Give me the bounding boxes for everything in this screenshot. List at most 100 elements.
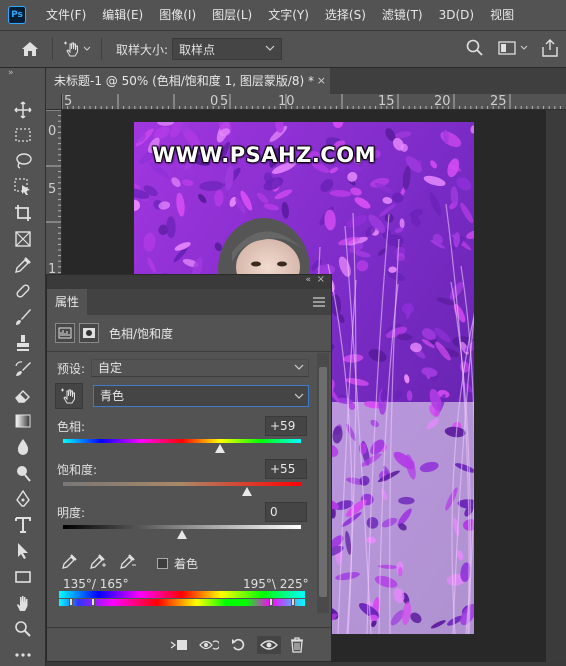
menu-filter[interactable]: 滤镜(T) bbox=[374, 0, 431, 30]
preset-dropdown[interactable]: 自定 bbox=[91, 359, 309, 377]
eyedropper-minus-icon[interactable] bbox=[119, 554, 137, 570]
range-handle[interactable] bbox=[69, 598, 73, 606]
lightness-input[interactable]: 0 bbox=[265, 502, 307, 522]
photoshop-logo: Ps bbox=[8, 6, 26, 24]
collapse-panel-icon[interactable]: » bbox=[8, 68, 14, 78]
properties-tab-bar: 属性 bbox=[47, 289, 331, 315]
clip-to-layer-button[interactable] bbox=[169, 636, 189, 654]
brush-tool[interactable] bbox=[11, 305, 35, 329]
horizontal-ruler[interactable]: 5 0 5 10 15 20 25 bbox=[62, 94, 566, 110]
channel-dropdown[interactable]: 青色 bbox=[93, 385, 309, 407]
rectangle-icon bbox=[15, 571, 31, 583]
search-icon[interactable] bbox=[466, 39, 484, 57]
menu-select[interactable]: 选择(S) bbox=[317, 0, 374, 30]
scrollbar-thumb[interactable] bbox=[319, 367, 327, 597]
reset-button[interactable] bbox=[229, 636, 249, 654]
type-tool[interactable] bbox=[11, 513, 35, 537]
eraser-tool[interactable] bbox=[11, 383, 35, 407]
lasso-tool[interactable] bbox=[11, 149, 35, 173]
eyedropper-icon[interactable] bbox=[61, 554, 77, 570]
ruler-label: 5 bbox=[48, 182, 57, 197]
arrow-cursor-icon bbox=[18, 543, 28, 559]
crop-tool[interactable] bbox=[11, 201, 35, 225]
hue-range-bar[interactable] bbox=[59, 591, 305, 609]
document-tab-bar: 未标题-1 @ 50% (色相/饱和度 1, 图层蒙版/8) * × bbox=[46, 68, 566, 94]
hue-slider-thumb[interactable] bbox=[215, 444, 226, 453]
lightness-label: 明度: bbox=[57, 506, 86, 520]
dodge-tool[interactable] bbox=[11, 461, 35, 485]
healing-brush-tool[interactable] bbox=[11, 279, 35, 303]
history-brush-tool[interactable] bbox=[11, 357, 35, 381]
rectangle-tool[interactable] bbox=[11, 565, 35, 589]
stamp-icon bbox=[17, 335, 29, 351]
tab-properties[interactable]: 属性 bbox=[47, 289, 87, 315]
gradient-tool[interactable] bbox=[11, 409, 35, 433]
view-previous-button[interactable] bbox=[199, 636, 219, 654]
properties-panel: « × 属性 色相/饱和度 预设: 自定 青色 色相: +59 饱和度: +55… bbox=[46, 274, 332, 662]
menu-layer[interactable]: 图层(L) bbox=[204, 0, 260, 30]
mask-toggle[interactable] bbox=[79, 323, 99, 343]
chevron-down-icon bbox=[520, 45, 528, 50]
sample-size-select[interactable]: 取样点 bbox=[172, 38, 283, 60]
eyedropper-icon bbox=[15, 257, 31, 273]
colorize-option[interactable]: 着色 bbox=[157, 555, 198, 572]
move-tool[interactable] bbox=[11, 98, 35, 122]
menu-file[interactable]: 文件(F) bbox=[38, 0, 94, 30]
delete-button[interactable] bbox=[287, 636, 307, 654]
menu-image[interactable]: 图像(I) bbox=[151, 0, 204, 30]
panel-menu-icon[interactable] bbox=[313, 297, 325, 307]
range-handle[interactable] bbox=[91, 598, 95, 606]
menu-view[interactable]: 视图 bbox=[482, 0, 522, 30]
home-button[interactable] bbox=[14, 35, 46, 63]
histogram-icon bbox=[58, 327, 72, 339]
close-icon[interactable]: × bbox=[317, 274, 325, 285]
saturation-slider-track[interactable] bbox=[63, 482, 301, 486]
sample-size-label: 取样大小: bbox=[116, 42, 169, 57]
document-tab[interactable]: 未标题-1 @ 50% (色相/饱和度 1, 图层蒙版/8) * × bbox=[46, 68, 330, 94]
blur-tool[interactable] bbox=[11, 435, 35, 459]
ruler-corner bbox=[46, 94, 62, 110]
saturation-slider-thumb[interactable] bbox=[242, 487, 253, 496]
panel-scrollbar[interactable] bbox=[317, 353, 329, 613]
clone-stamp-tool[interactable] bbox=[11, 331, 35, 355]
saturation-input[interactable]: +55 bbox=[265, 459, 307, 479]
more-tools-button[interactable] bbox=[11, 643, 35, 666]
tool-preset-picker[interactable] bbox=[59, 40, 95, 58]
targeted-adjustment-button[interactable] bbox=[55, 383, 83, 409]
menu-type[interactable]: 文字(Y) bbox=[260, 0, 317, 30]
workspace-switcher[interactable] bbox=[498, 41, 528, 55]
range-handle[interactable] bbox=[291, 598, 295, 606]
type-icon bbox=[15, 517, 31, 533]
brush-icon bbox=[16, 309, 31, 325]
hand-tool[interactable] bbox=[11, 591, 35, 615]
visibility-toggle[interactable] bbox=[257, 636, 281, 654]
eyedropper-tool[interactable] bbox=[11, 253, 35, 277]
chevron-down-icon bbox=[83, 46, 91, 51]
range-handle[interactable] bbox=[269, 598, 273, 606]
options-right-group bbox=[466, 39, 558, 57]
lightness-slider-thumb[interactable] bbox=[177, 530, 187, 539]
share-icon[interactable] bbox=[542, 39, 558, 57]
menu-3d[interactable]: 3D(D) bbox=[431, 0, 482, 30]
lightness-slider-track[interactable] bbox=[63, 525, 301, 529]
path-selection-tool[interactable] bbox=[11, 539, 35, 563]
eyedropper-plus-icon[interactable] bbox=[89, 554, 107, 570]
hue-input[interactable]: +59 bbox=[265, 416, 307, 436]
colorize-checkbox[interactable] bbox=[157, 558, 168, 569]
menu-edit[interactable]: 编辑(E) bbox=[94, 0, 151, 30]
zoom-tool[interactable] bbox=[11, 617, 35, 641]
object-selection-tool[interactable] bbox=[11, 175, 35, 199]
pen-tool[interactable] bbox=[11, 487, 35, 511]
hue-slider-track[interactable] bbox=[63, 439, 301, 443]
input-hue-bar bbox=[59, 591, 305, 598]
frame-tool[interactable] bbox=[11, 227, 35, 251]
adjustment-layer-toggle[interactable] bbox=[55, 323, 75, 343]
marquee-tool[interactable] bbox=[11, 123, 35, 147]
saturation-label: 饱和度: bbox=[57, 463, 98, 477]
range-left-text: 135°/ 165° bbox=[63, 577, 129, 591]
frame-icon bbox=[15, 231, 31, 247]
close-icon[interactable]: × bbox=[317, 68, 326, 94]
options-bar: 取样大小: 取样点 bbox=[0, 30, 566, 68]
collapse-panel-icon[interactable]: « bbox=[305, 275, 311, 285]
ruler-label: 10 bbox=[278, 94, 295, 109]
